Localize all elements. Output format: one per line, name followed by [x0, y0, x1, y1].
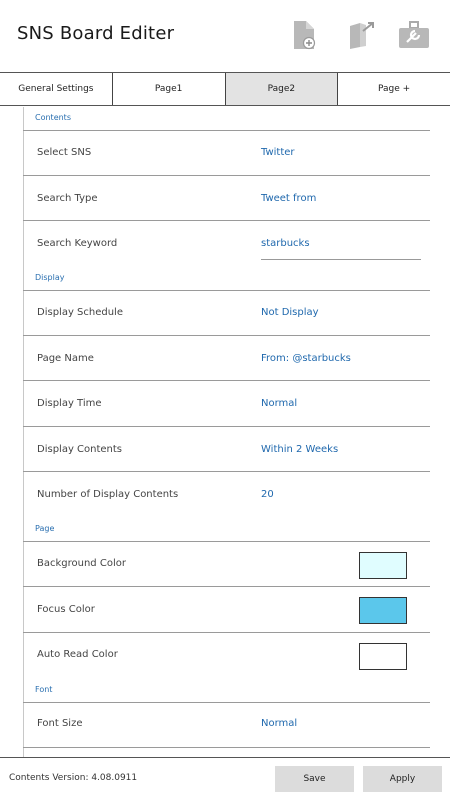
left-border: [23, 107, 24, 757]
divider: [23, 747, 430, 748]
divider: [23, 380, 430, 381]
apply-button[interactable]: Apply: [363, 766, 442, 792]
background-color-label: Background Color: [37, 558, 126, 569]
divider: [23, 220, 430, 221]
divider: [23, 426, 430, 427]
display-schedule-value[interactable]: Not Display: [261, 307, 319, 318]
tab-general-settings[interactable]: General Settings: [0, 73, 113, 105]
divider: [23, 471, 430, 472]
number-of-display-contents-label: Number of Display Contents: [37, 489, 179, 500]
app-title: SNS Board Editer: [17, 23, 175, 44]
search-keyword-label: Search Keyword: [37, 238, 118, 249]
select-sns-label: Select SNS: [37, 147, 92, 158]
tab-page-add[interactable]: Page +: [338, 73, 450, 105]
divider: [23, 290, 430, 291]
select-sns-value[interactable]: Twitter: [261, 147, 295, 158]
add-page-icon[interactable]: [292, 20, 316, 50]
settings-content: Contents Select SNS Twitter Search Type …: [0, 107, 450, 757]
search-keyword-input[interactable]: starbucks: [261, 238, 310, 249]
footer-divider: [0, 757, 450, 758]
search-type-label: Search Type: [37, 193, 98, 204]
display-time-label: Display Time: [37, 398, 102, 409]
display-time-value[interactable]: Normal: [261, 398, 297, 409]
display-schedule-label: Display Schedule: [37, 307, 123, 318]
tab-page1[interactable]: Page1: [112, 73, 226, 105]
section-display-label: Display: [35, 273, 65, 282]
font-size-value[interactable]: Normal: [261, 718, 297, 729]
search-keyword-underline: [261, 259, 421, 260]
font-size-label: Font Size: [37, 718, 83, 729]
section-font-label: Font: [35, 685, 53, 694]
divider: [23, 702, 430, 703]
page-name-value[interactable]: From: @starbucks: [261, 353, 351, 364]
page-tabs: General Settings Page1 Page2 Page +: [0, 72, 450, 106]
divider: [23, 541, 430, 542]
save-button[interactable]: Save: [275, 766, 354, 792]
contents-version: Contents Version: 4.08.0911: [9, 773, 138, 783]
display-contents-label: Display Contents: [37, 444, 123, 455]
section-page-label: Page: [35, 524, 55, 533]
auto-read-color-swatch[interactable]: [359, 643, 407, 670]
divider: [23, 632, 430, 633]
divider: [23, 175, 430, 176]
divider: [23, 586, 430, 587]
auto-read-color-label: Auto Read Color: [37, 649, 118, 660]
divider: [23, 335, 430, 336]
section-contents-label: Contents: [35, 113, 71, 122]
toolbox-icon[interactable]: [397, 20, 431, 50]
app-header: SNS Board Editer: [0, 0, 450, 72]
number-of-display-contents-value[interactable]: 20: [261, 489, 274, 500]
tab-page2[interactable]: Page2: [225, 73, 339, 105]
book-export-icon[interactable]: [347, 20, 377, 50]
focus-color-swatch[interactable]: [359, 597, 407, 624]
display-contents-value[interactable]: Within 2 Weeks: [261, 444, 338, 455]
search-type-value[interactable]: Tweet from: [261, 193, 316, 204]
divider: [23, 130, 430, 131]
focus-color-label: Focus Color: [37, 604, 95, 615]
background-color-swatch[interactable]: [359, 552, 407, 579]
page-name-label: Page Name: [37, 353, 94, 364]
